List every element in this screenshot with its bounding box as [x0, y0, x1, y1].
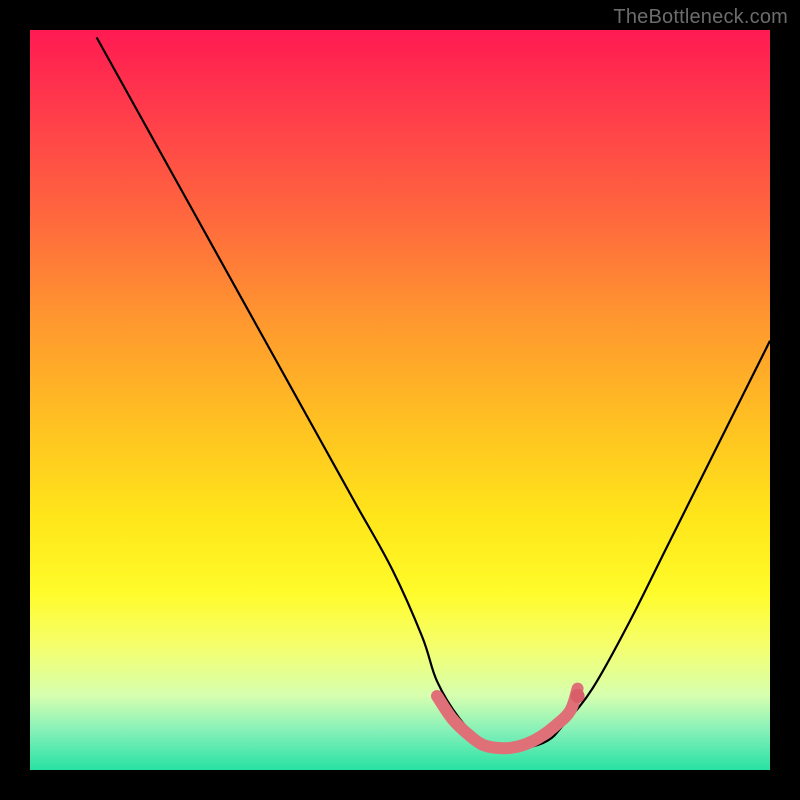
highlight-flat-region [437, 689, 578, 749]
bottleneck-curve [97, 37, 770, 748]
chart-frame: TheBottleneck.com [0, 0, 800, 800]
attribution-label: TheBottleneck.com [613, 6, 788, 29]
highlight-dot [571, 689, 585, 703]
chart-svg [30, 30, 770, 770]
plot-area [30, 30, 770, 770]
